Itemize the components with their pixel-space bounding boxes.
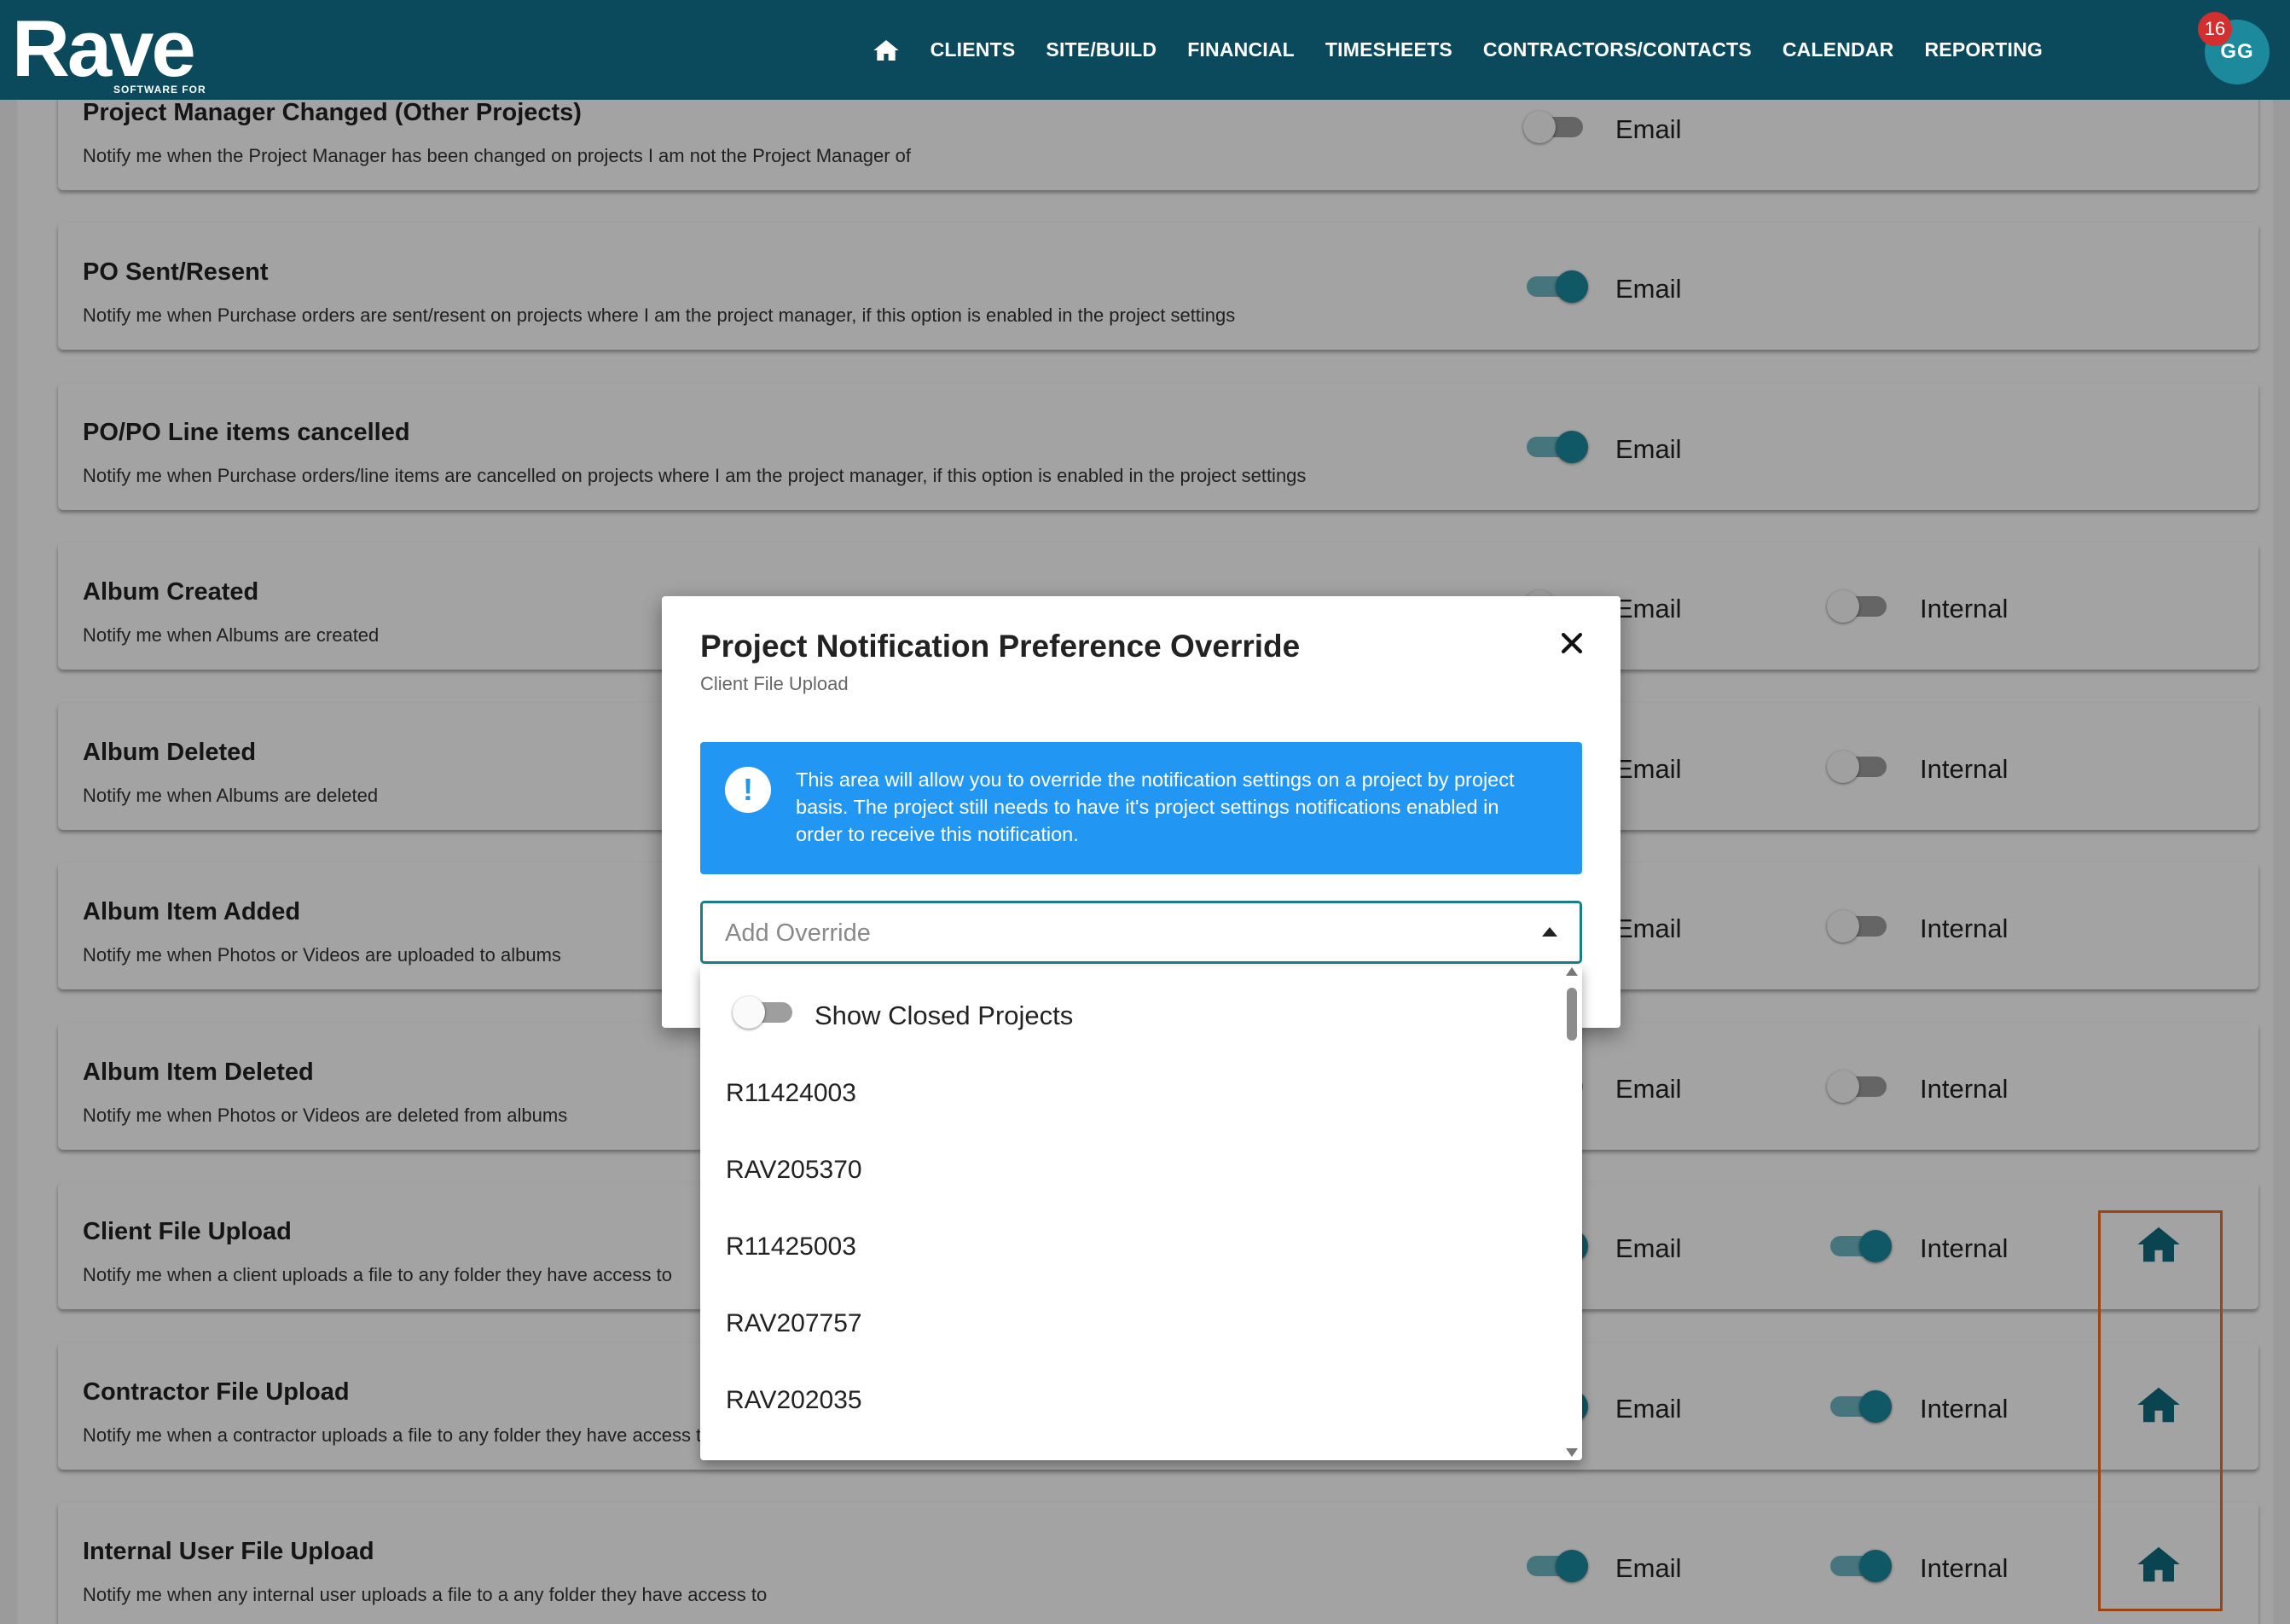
- nav-site-build[interactable]: SITE/BUILD: [1046, 38, 1157, 61]
- nav-financial[interactable]: FINANCIAL: [1187, 38, 1295, 61]
- info-text: This area will allow you to override the…: [796, 768, 1515, 845]
- exclamation-icon: !: [725, 767, 771, 813]
- rave-logo[interactable]: Rave: [12, 9, 196, 89]
- override-modal: Project Notification Preference Override…: [662, 596, 1620, 1028]
- project-option[interactable]: RAV205370: [726, 1156, 862, 1185]
- caret-up-icon[interactable]: [1542, 927, 1557, 937]
- modal-subtitle: Client File Upload: [700, 673, 849, 694]
- top-navbar: Rave SOFTWARE FOR CLIENTS SITE/BUILD FIN…: [0, 0, 2290, 100]
- show-closed-projects-label: Show Closed Projects: [815, 1000, 1074, 1030]
- project-option[interactable]: RAV202035: [726, 1386, 862, 1415]
- home-icon[interactable]: [873, 37, 900, 64]
- nav-clients[interactable]: CLIENTS: [930, 38, 1016, 61]
- scroll-up-arrow[interactable]: [1566, 967, 1578, 976]
- select-placeholder: Add Override: [725, 919, 871, 947]
- notification-badge[interactable]: 16: [2198, 12, 2232, 46]
- project-option[interactable]: R11425003: [726, 1232, 856, 1262]
- show-closed-projects-toggle[interactable]: [733, 996, 792, 1029]
- project-option[interactable]: R11424003: [726, 1079, 856, 1108]
- close-icon[interactable]: [1557, 629, 1586, 658]
- nav-calendar[interactable]: CALENDAR: [1783, 38, 1894, 61]
- project-option[interactable]: RAV207757: [726, 1309, 862, 1338]
- modal-title: Project Notification Preference Override: [700, 629, 1301, 664]
- nav-contractors-contacts[interactable]: CONTRACTORS/CONTACTS: [1483, 38, 1752, 61]
- logo-tagline: SOFTWARE FOR: [113, 84, 206, 96]
- scrollbar-thumb[interactable]: [1567, 988, 1577, 1041]
- add-override-select[interactable]: Add Override: [700, 901, 1582, 964]
- info-alert: ! This area will allow you to override t…: [700, 742, 1582, 874]
- main-nav: CLIENTS SITE/BUILD FINANCIAL TIMESHEETS …: [873, 0, 2043, 100]
- nav-reporting[interactable]: REPORTING: [1924, 38, 2043, 61]
- nav-timesheets[interactable]: TIMESHEETS: [1325, 38, 1452, 61]
- scroll-down-arrow[interactable]: [1566, 1448, 1578, 1457]
- override-dropdown-list: Show Closed Projects R11424003 RAV205370…: [700, 966, 1582, 1460]
